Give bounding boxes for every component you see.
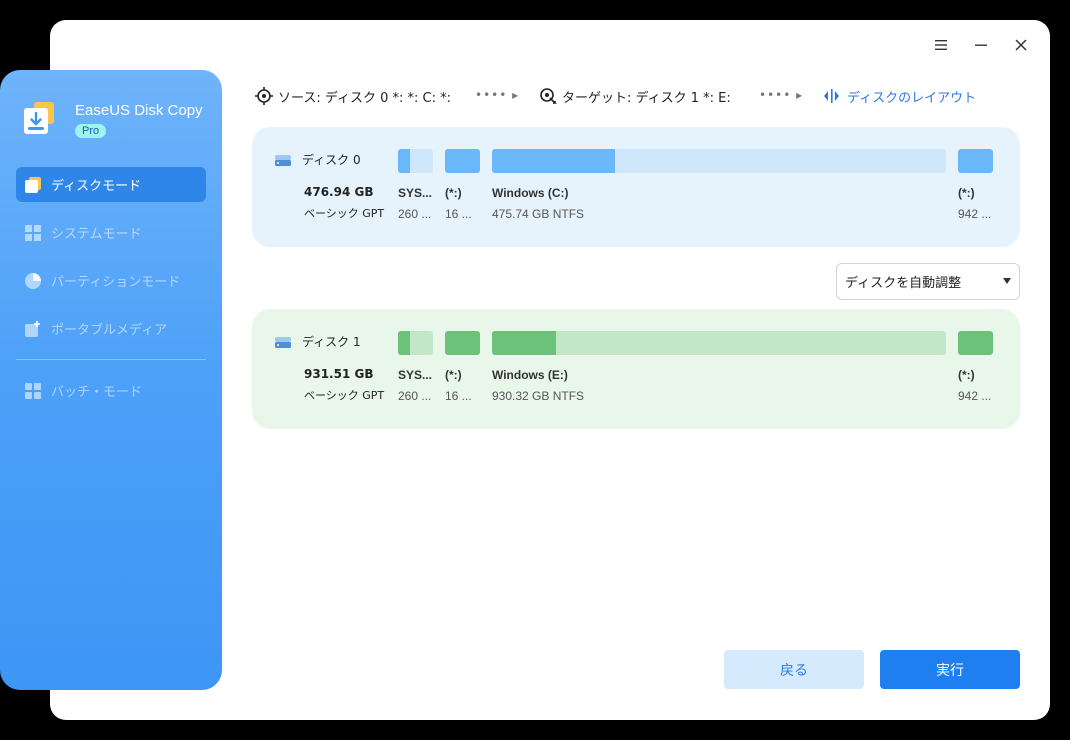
target-disk-card: ディスク 1 931.51 GB ベーシック GPT SYS... (*:) W… <box>252 309 1020 429</box>
partition-size: 475.74 GB NTFS <box>492 207 585 221</box>
sidebar-nav: ディスクモード システムモード パーティションモード ポータブルメディア バッチ… <box>16 167 206 421</box>
target-disk-header: ディスク 1 <box>274 333 361 350</box>
partition-size: 16 ... <box>445 389 472 403</box>
partition-bar[interactable] <box>445 149 480 173</box>
menu-icon[interactable] <box>932 36 950 54</box>
disk-mode-icon <box>25 176 41 193</box>
sidebar-item-label: パーティションモード <box>51 275 181 290</box>
partition-label: SYS... <box>398 186 433 200</box>
partition-label: (*:) <box>445 368 462 382</box>
target-icon <box>540 88 557 104</box>
brand: EaseUS Disk Copy Pro <box>22 98 203 138</box>
sidebar-item-label: システムモード <box>51 227 142 242</box>
disk-layout-label: ディスクのレイアウト <box>847 90 977 106</box>
hard-disk-icon <box>275 154 291 166</box>
source-label: ソース: ディスク 0 *: *: C: *: <box>278 90 451 106</box>
back-button[interactable]: 戻る <box>724 650 864 689</box>
sidebar-item-batch-mode[interactable]: バッチ・モード <box>16 373 206 408</box>
partition-bar[interactable] <box>958 331 993 355</box>
layout-arrows-icon <box>824 89 839 103</box>
partition-label: Windows (C:) <box>492 186 569 200</box>
partition-label: Windows (E:) <box>492 368 568 382</box>
partition-size: 260 ... <box>398 207 432 221</box>
source-disk-type: ベーシック GPT <box>304 207 385 220</box>
close-icon[interactable] <box>1012 36 1030 54</box>
source-disk-card: ディスク 0 476.94 GB ベーシック GPT SYS... (*:) W… <box>252 127 1020 247</box>
sidebar-item-portable-media[interactable]: ポータブルメディア <box>16 311 206 346</box>
dropdown-value: ディスクを自動調整 <box>845 276 962 291</box>
target-summary: ターゲット: ディスク 1 *: E: <box>538 84 731 108</box>
arrow-dots-icon: •••• ▸ <box>759 88 804 102</box>
crosshair-icon <box>255 87 273 105</box>
sidebar-item-label: ディスクモード <box>51 179 142 194</box>
target-disk-type: ベーシック GPT <box>304 389 385 402</box>
partition-bar[interactable] <box>398 149 433 173</box>
arrow-dots-icon: •••• ▸ <box>475 88 520 102</box>
partition-bar[interactable] <box>492 331 946 355</box>
minimize-icon[interactable] <box>972 36 990 54</box>
source-disk-size: 476.94 GB <box>304 185 374 199</box>
disk-adjust-dropdown[interactable]: ディスクを自動調整 <box>836 263 1020 300</box>
partition-label: (*:) <box>958 186 975 200</box>
app-logo-icon <box>22 100 58 138</box>
pro-badge: Pro <box>75 124 107 138</box>
partition-bar[interactable] <box>398 331 433 355</box>
partition-size: 930.32 GB NTFS <box>492 389 585 403</box>
target-disk-name: ディスク 1 <box>302 335 361 349</box>
partition-bar[interactable] <box>958 149 993 173</box>
partition-bar[interactable] <box>492 149 946 173</box>
sidebar-item-label: バッチ・モード <box>51 385 143 400</box>
sidebar-item-label: ポータブルメディア <box>51 323 168 338</box>
partition-size: 260 ... <box>398 389 432 403</box>
execute-button[interactable]: 実行 <box>880 650 1020 689</box>
operation-summary: ソース: ディスク 0 *: *: C: *: •••• ▸ ターゲット: ディ… <box>254 84 1014 108</box>
batch-icon <box>25 382 41 399</box>
partition-bar[interactable] <box>445 331 480 355</box>
app-title: EaseUS Disk Copy <box>75 102 203 119</box>
windows-icon <box>25 224 41 241</box>
window-controls <box>932 36 1030 54</box>
partition-size: 942 ... <box>958 207 992 221</box>
hard-disk-icon <box>275 336 291 348</box>
portable-media-icon <box>25 320 40 337</box>
partition-label: SYS... <box>398 368 433 382</box>
sidebar-divider <box>16 359 206 360</box>
source-disk-name: ディスク 0 <box>302 153 361 167</box>
source-summary: ソース: ディスク 0 *: *: C: *: <box>254 84 451 108</box>
sidebar-item-system-mode[interactable]: システムモード <box>16 215 206 250</box>
partition-size: 942 ... <box>958 389 992 403</box>
disk-layout-link[interactable]: ディスクのレイアウト <box>822 84 976 108</box>
sidebar: EaseUS Disk Copy Pro ディスクモード システムモード パーテ… <box>0 70 222 690</box>
partition-size: 16 ... <box>445 207 472 221</box>
target-label: ターゲット: ディスク 1 *: E: <box>562 90 731 106</box>
sidebar-item-partition-mode[interactable]: パーティションモード <box>16 263 206 298</box>
sidebar-item-disk-mode[interactable]: ディスクモード <box>16 167 206 202</box>
partition-label: (*:) <box>445 186 462 200</box>
partition-label: (*:) <box>958 368 975 382</box>
source-disk-header: ディスク 0 <box>274 151 361 168</box>
pie-icon <box>25 272 41 289</box>
target-disk-size: 931.51 GB <box>304 367 374 381</box>
caret-down-icon <box>1003 278 1011 284</box>
